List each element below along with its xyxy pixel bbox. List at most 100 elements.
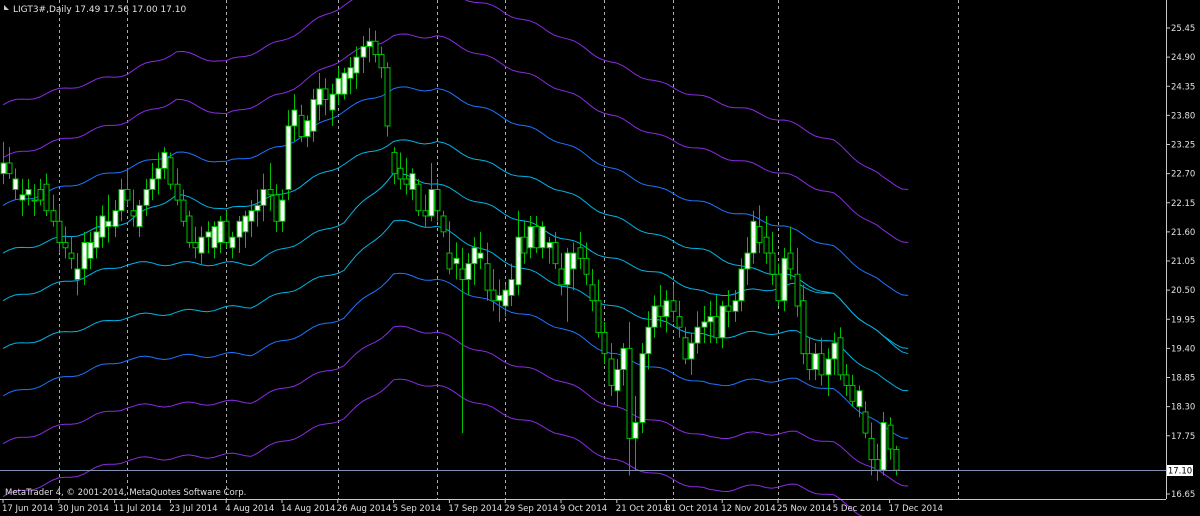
bull-candle-body [502,289,509,307]
bear-candle-body [434,189,441,212]
bear-candle-body [174,183,181,201]
candle [639,343,646,434]
time-tick-label: 5 Sep 2014 [393,504,441,514]
time-tick-label: 26 Aug 2014 [337,504,391,514]
candle [186,210,193,248]
bull-candle-body [329,93,336,111]
bull-candle-body [812,353,819,371]
bull-candle-body [453,257,460,265]
chart-window[interactable]: 25.45 24.90 24.35 23.80 23.25 22.70 22.15 21.60… [0,0,1200,516]
current-price-label: 17.10 [1168,467,1192,477]
bear-candle-body [775,273,782,302]
bull-candle-body [260,189,267,206]
bear-candle-body [887,424,894,450]
bull-candle-body [539,226,546,249]
bull-candle-body [632,422,639,439]
bull-candle-body [161,151,168,169]
price-tick-label: 16.65 [1171,490,1195,500]
bear-candle-body [893,449,900,471]
bull-candle-body [744,252,751,270]
bear-candle-body [843,374,850,386]
bull-candle-body [112,210,119,228]
bull-candle-body [465,263,472,281]
bull-candle-body [279,199,286,222]
time-tick-label: 17 Jun 2014 [2,504,53,514]
bull-candle-body [99,215,106,238]
bull-candle-body [515,236,522,286]
bear-candle-body [43,183,50,212]
price-tick-label: 18.85 [1171,374,1195,384]
bear-candle-body [391,151,398,175]
bull-candle-body [12,178,19,191]
price-tick-label: 25.45 [1171,24,1195,34]
bear-candle-body [589,284,596,302]
bull-candle-body [118,189,125,212]
bull-candle-body [546,241,553,249]
bull-candle-body [825,358,832,376]
bull-candle-body [254,204,261,212]
price-tick-label: 22.70 [1171,170,1195,180]
bull-candle-body [105,220,112,228]
price-tick-label: 23.25 [1171,141,1195,151]
bull-candle-body [93,231,100,249]
current-price-marker: 17.10 [1167,465,1193,477]
bear-candle-body [68,252,75,259]
time-tick-label: 11 Jul 2014 [114,504,162,514]
bull-candle-body [856,390,863,408]
bull-candle-body [155,167,162,180]
price-tick-label: 19.40 [1171,344,1195,354]
bull-candle-body [663,300,670,318]
time-tick-label: 21 Oct 2014 [616,504,669,514]
bear-candle-body [378,53,385,69]
bear-candle-body [837,337,844,376]
time-tick-label: 9 Oct 2014 [560,504,607,514]
time-tick-label: 17 Sep 2014 [448,504,502,514]
bull-candle-body [74,268,81,281]
price-tick-label: 24.35 [1171,82,1195,92]
bull-candle-body [143,189,150,206]
bear-candle-body [6,162,13,175]
bull-candle-body [409,173,416,191]
bull-candle-body [880,422,887,471]
time-tick-label: 30 Jun 2014 [58,504,109,514]
price-chart[interactable]: 25.45 24.90 24.35 23.80 23.25 22.70 22.15 21.60… [0,0,1200,516]
bull-candle-body [198,236,205,254]
time-tick-label: 23 Jul 2014 [169,504,217,514]
bear-candle-body [558,268,565,286]
bear-candle-body [422,210,429,217]
bear-candle-body [130,210,137,217]
bear-candle-body [62,241,69,249]
bear-candle-body [657,305,664,318]
bear-candle-body [552,241,559,265]
bull-candle-body [701,321,708,328]
bear-candle-body [56,220,63,243]
price-tick-label: 18.30 [1171,403,1195,413]
time-tick-label: 5 Dec 2014 [833,504,882,514]
time-tick-label: 25 Nov 2014 [777,504,831,514]
bear-candle-body [849,384,856,402]
bull-candle-body [651,305,658,328]
bear-candle-body [763,236,770,254]
bull-candle-body [738,268,745,302]
bear-candle-body [124,189,131,201]
symbol-header: LIGT3#,Daily 17.49 17.56 17.00 17.10 [4,5,186,15]
bull-candle-body [707,316,714,323]
copyright-text: MetaTrader 4, © 2001-2014, MetaQuotes So… [5,488,246,498]
bear-candle-body [403,178,410,185]
bear-candle-body [180,199,187,222]
bear-candle-body [490,289,497,302]
bear-candle-body [670,300,677,312]
bear-candle-body [787,252,794,270]
bull-candle-body [508,279,515,296]
bull-candle-body [87,241,94,259]
bear-candle-body [818,353,825,376]
bull-candle-body [645,326,652,355]
bull-candle-body [564,252,571,286]
bull-candle-body [347,67,354,79]
price-tick-label: 24.90 [1171,53,1195,63]
bull-candle-body [471,247,478,265]
price-tick-label: 19.95 [1171,315,1195,325]
bear-candle-body [676,316,683,328]
bear-candle-body [868,437,875,461]
candle [415,178,422,216]
